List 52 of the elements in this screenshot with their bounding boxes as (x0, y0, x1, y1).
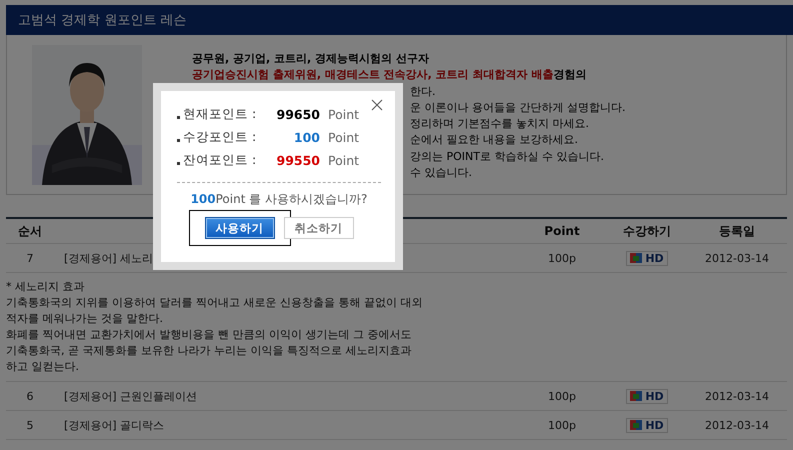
point-value: 99650 (276, 107, 320, 122)
use-button[interactable]: 사용하기 (204, 217, 274, 239)
table-cell-text: 100p (547, 418, 577, 432)
detail-text: 적자를 메워나가는 것을 말한다. (6, 311, 164, 327)
column-header: 등록일 (718, 222, 756, 240)
hd-play-button[interactable]: HD (626, 418, 668, 432)
detail-text: * 세노리지 효과 (6, 279, 86, 295)
column-header: 수강하기 (622, 222, 672, 240)
table-cell-text: 100p (547, 390, 577, 402)
lesson-title[interactable]: [경제용어] 근원인플레이션 (54, 388, 517, 404)
point-unit: Point (328, 130, 360, 145)
intro-text: 운 이론이나 용어들을 간단하게 설명합니다. (410, 100, 626, 116)
intro-text: 강의는 POINT로 학습하실 수 있습니다. (410, 148, 605, 165)
table-cell-text: 2012-03-14 (704, 418, 770, 432)
hd-play-button[interactable]: HD (626, 388, 668, 404)
lesson-title[interactable]: [경제용어] 골디락스 (54, 418, 517, 432)
point-label: 수강포인트 : (183, 129, 258, 146)
table-cell-text: 2012-03-14 (704, 390, 770, 402)
intro-text: 한다. (410, 84, 436, 100)
close-icon[interactable] (371, 99, 383, 111)
intro-text: 순에서 필요한 내용을 보강하세요. (410, 132, 579, 148)
page-title: 고범석 경제학 원포인트 레슨 (6, 5, 793, 35)
point-label: 잔여포인트 : (183, 152, 258, 169)
detail-text: 하고 일컫는다. (6, 359, 80, 375)
intro-text: 공기업승진시험 출제위원, 매경테스트 전속강사, 코트리 최대합격자 배출경험의 (192, 67, 588, 84)
detail-text: 기축통화국의 지위를 이용하여 달러를 찍어내고 새로운 신용창출을 통해 끝없이 대외 (6, 295, 424, 311)
intro-text: 수 있습니다. (410, 165, 473, 182)
point-value: 99550 (276, 153, 320, 168)
detail-text: 화폐를 찍어내면 교환가치에서 발행비용을 뺀 만큼의 이익이 생기는데 그 중에서도 (6, 327, 412, 343)
table-cell-text: 5 (26, 418, 34, 432)
table-cell-text: 100p (547, 252, 577, 264)
column-header: Point (543, 224, 581, 238)
bullet-icon (177, 162, 180, 165)
video-icon (630, 391, 642, 401)
intro-text: 공무원, 공기업, 코트리, 경제능력시험의 선구자 (192, 51, 430, 67)
table-cell-text: 7 (26, 252, 34, 264)
column-header: 순서 (17, 222, 43, 240)
video-icon (630, 420, 642, 430)
cancel-button[interactable]: 취소하기 (284, 217, 354, 239)
hd-play-button[interactable]: HD (626, 250, 668, 266)
intro-text: 정리하며 기본점수를 놓치지 마세요. (410, 116, 590, 132)
point-label: 현재포인트 : (183, 106, 258, 123)
bullet-icon (177, 116, 180, 119)
video-icon (630, 253, 642, 263)
point-unit: Point (328, 107, 360, 122)
point-unit: Point (328, 153, 360, 168)
bullet-icon (177, 139, 180, 142)
confirm-question: 100Point 를 사용하시겠습니까? (190, 191, 368, 208)
point-value: 100 (292, 130, 320, 145)
detail-text: 기축통화국, 곧 국제통화를 보유한 나라가 누리는 이익을 특징적으로 세노리지효과 (6, 343, 412, 359)
table-cell-text: 6 (26, 390, 34, 402)
table-cell-text: 2012-03-14 (704, 252, 770, 264)
